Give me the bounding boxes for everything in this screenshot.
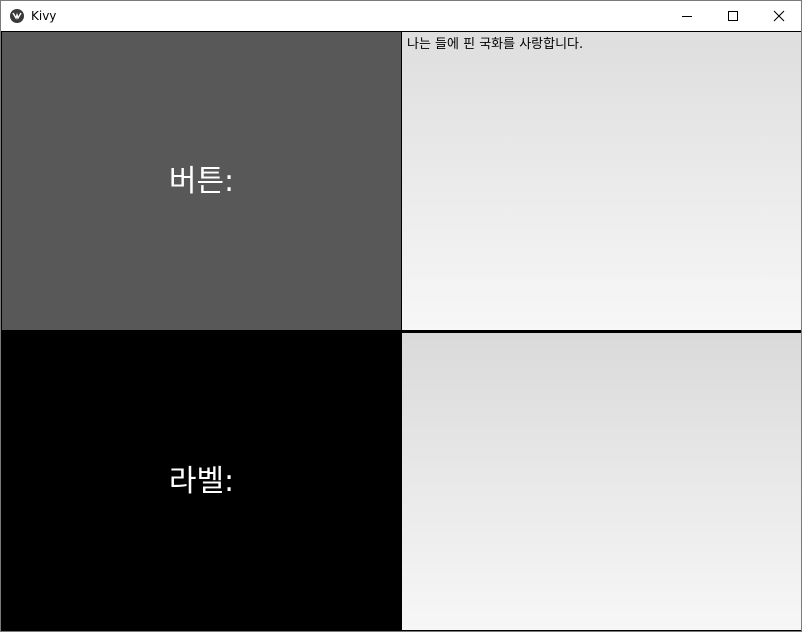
button-widget[interactable]: 버튼: [2,32,401,330]
text-input-1[interactable]: 나는 들에 핀 국화를 사랑합니다. [402,32,801,330]
close-icon [773,10,785,22]
kivy-logo-icon [10,9,24,23]
kivy-window: Kivy 버튼: 나는 들에 핀 국화를 사랑합니다. 라벨: [0,0,802,632]
minimize-icon [682,16,692,17]
label-text: 라벨: [168,464,235,499]
label-widget: 라벨: [2,332,401,630]
button-label: 버튼: [168,164,235,199]
title-bar[interactable]: Kivy [1,1,801,31]
minimize-button[interactable] [664,1,710,31]
maximize-icon [728,11,738,21]
close-button[interactable] [756,1,802,31]
maximize-button[interactable] [710,1,756,31]
app-content: 버튼: 나는 들에 핀 국화를 사랑합니다. 라벨: [1,31,801,631]
text-input-1-value: 나는 들에 핀 국화를 사랑합니다. [407,37,584,52]
text-input-2[interactable] [402,333,801,630]
window-title: Kivy [31,9,57,23]
